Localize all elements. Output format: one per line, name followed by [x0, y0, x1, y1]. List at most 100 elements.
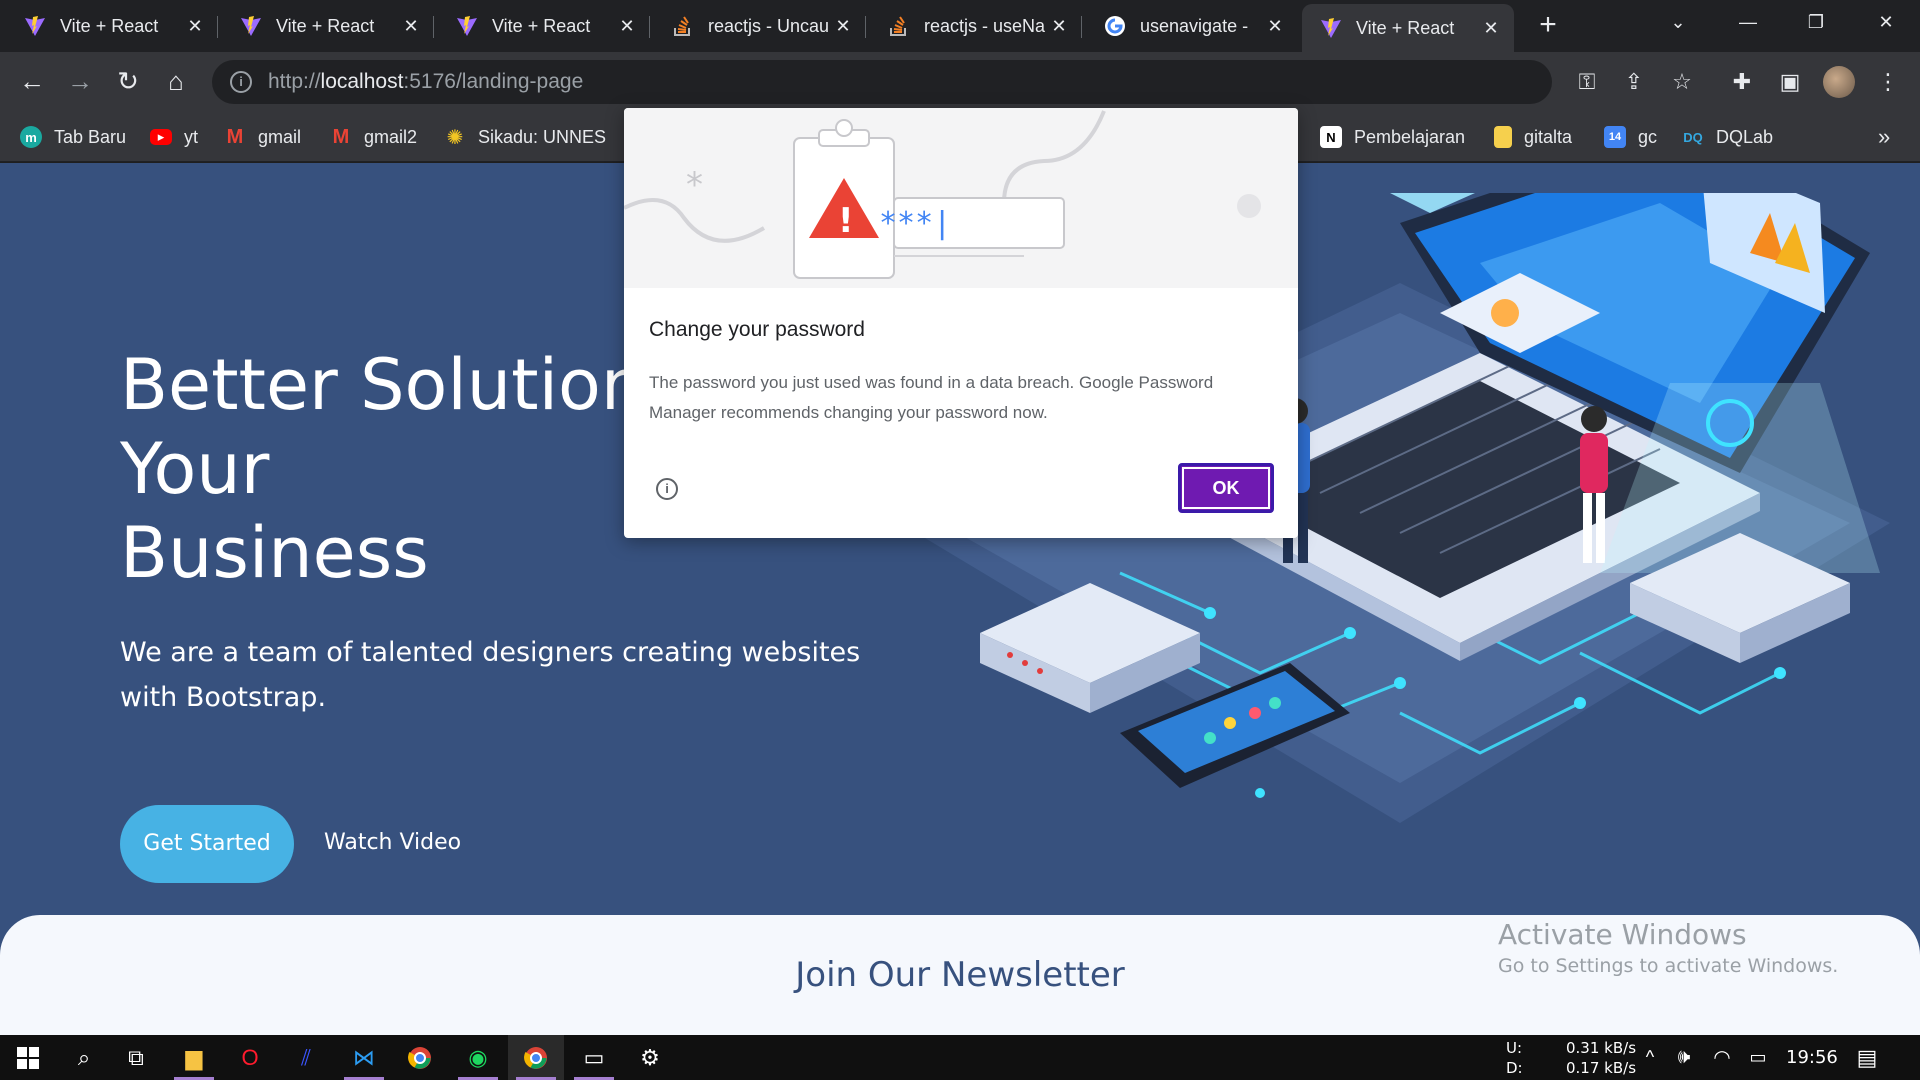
google-icon: [1104, 15, 1126, 37]
profile-avatar[interactable]: [1823, 66, 1855, 98]
svg-text:!: !: [838, 201, 854, 241]
tab-separator: [865, 16, 866, 38]
net-upload-label: U:: [1506, 1039, 1523, 1057]
bookmark-label: DQLab: [1716, 126, 1774, 147]
tab-title: Vite + React: [60, 15, 159, 36]
dialog-message: The password you just used was found in …: [649, 373, 1214, 422]
windows-start-icon[interactable]: [0, 1035, 56, 1080]
reload-icon[interactable]: ↻: [110, 64, 146, 100]
task-view-icon[interactable]: ⧉: [108, 1035, 164, 1080]
vite-icon: [1320, 17, 1342, 39]
close-tab-icon[interactable]: ✕: [1048, 16, 1070, 37]
new-tab-button[interactable]: +: [1530, 8, 1566, 44]
tab-title: Vite + React: [492, 15, 591, 36]
bookmark-label: gitalta: [1524, 126, 1573, 147]
app-icon[interactable]: ⫽: [278, 1035, 334, 1080]
bookmark-star-icon[interactable]: ☆: [1666, 66, 1698, 98]
masked-password-text: ***|: [879, 206, 951, 241]
chrome-icon[interactable]: [508, 1035, 564, 1080]
close-tab-icon[interactable]: ✕: [400, 16, 422, 37]
bookmark-label: gmail2: [364, 126, 418, 147]
tab-title: Vite + React: [1356, 17, 1455, 38]
tab-title: reactjs - useNa: [924, 15, 1046, 36]
stackoverflow-icon: [888, 15, 910, 37]
url-host: localhost: [320, 70, 404, 93]
dqlab-icon: DQ: [1683, 129, 1703, 145]
bookmark-item[interactable]: 14 gc: [1604, 124, 1657, 150]
side-panel-icon[interactable]: ▣: [1774, 66, 1806, 98]
close-tab-icon[interactable]: ✕: [1264, 16, 1286, 37]
browser-tab[interactable]: Vite + React ✕: [6, 6, 218, 46]
bookmark-label: gc: [1638, 126, 1658, 147]
address-bar[interactable]: i http://localhost:5176/landing-page: [212, 60, 1552, 104]
browser-tab[interactable]: reactjs - useNa ✕: [870, 6, 1082, 46]
extensions-icon[interactable]: ✚: [1726, 66, 1758, 98]
net-download-label: D:: [1506, 1059, 1523, 1077]
chrome-icon[interactable]: [392, 1035, 448, 1080]
site-info-icon[interactable]: i: [230, 71, 252, 93]
bookmark-label: Sikadu: UNNES: [478, 126, 607, 147]
password-key-icon[interactable]: ⚿: [1571, 66, 1603, 98]
close-tab-icon[interactable]: ✕: [184, 16, 206, 37]
tab-separator: [217, 16, 218, 38]
opera-icon[interactable]: O: [222, 1035, 278, 1080]
restore-icon[interactable]: ❐: [1782, 0, 1850, 44]
vite-icon: [24, 15, 46, 37]
clock[interactable]: 19:56: [1786, 1047, 1838, 1068]
tab-title: reactjs - Uncau: [708, 15, 830, 36]
gmail-icon: M: [332, 125, 350, 148]
bookmark-item[interactable]: DQ DQLab: [1682, 124, 1773, 150]
tab-search-icon[interactable]: ⌄: [1644, 0, 1712, 44]
bookmark-item[interactable]: N Pembelajaran: [1320, 124, 1465, 150]
settings-gear-icon[interactable]: ⚙: [622, 1035, 678, 1080]
password-breach-illustration: * ***| !: [624, 108, 1298, 288]
close-tab-icon[interactable]: ✕: [832, 16, 854, 37]
browser-tab[interactable]: Vite + React ✕: [222, 6, 434, 46]
browser-toolbar: ← → ↻ ⌂ i http://localhost:5176/landing-…: [0, 52, 1920, 112]
close-window-icon[interactable]: ✕: [1852, 0, 1920, 44]
bookmark-item[interactable]: M gmail: [224, 124, 301, 150]
url-scheme: http://: [268, 70, 321, 93]
browser-tab[interactable]: reactjs - Uncau ✕: [654, 6, 866, 46]
bookmark-item[interactable]: gitalta: [1494, 124, 1572, 150]
menu-icon[interactable]: ⋮: [1872, 66, 1904, 98]
browser-tab[interactable]: Vite + React ✕: [438, 6, 650, 46]
tab-separator: [433, 16, 434, 38]
tab-separator: [649, 16, 650, 38]
close-tab-icon[interactable]: ✕: [616, 16, 638, 37]
battery-icon[interactable]: ▭: [1736, 1035, 1780, 1080]
vite-icon: [456, 15, 478, 37]
windows-taskbar: ⌕ ⧉ ▆ O ⫽ ⋈ ◉ ▭ ⚙ U: D: 0.31 kB/s 0.17 k…: [0, 1035, 1920, 1080]
vscode-icon[interactable]: ⋈: [336, 1035, 392, 1080]
minimize-icon[interactable]: —: [1714, 0, 1782, 44]
home-icon[interactable]: ⌂: [158, 64, 194, 100]
browser-tab[interactable]: usenavigate - ✕: [1086, 6, 1298, 46]
browser-tab-active[interactable]: Vite + React ✕: [1302, 4, 1514, 52]
close-tab-icon[interactable]: ✕: [1480, 18, 1502, 39]
share-icon[interactable]: ⇪: [1618, 66, 1650, 98]
forward-icon[interactable]: →: [62, 64, 98, 100]
bookmarks-overflow-button[interactable]: »: [1878, 124, 1890, 150]
bookmark-item[interactable]: M gmail2: [330, 124, 417, 150]
terminal-icon[interactable]: ▭: [566, 1035, 622, 1080]
info-icon[interactable]: i: [656, 478, 678, 500]
get-started-button[interactable]: Get Started: [120, 805, 294, 883]
watermark-subtitle: Go to Settings to activate Windows.: [1498, 955, 1839, 977]
bookmark-item[interactable]: ✺ Sikadu: UNNES: [444, 124, 606, 150]
spotify-icon[interactable]: ◉: [450, 1035, 506, 1080]
mtab-icon: m: [20, 126, 42, 148]
ok-button[interactable]: OK: [1178, 463, 1274, 513]
bookmark-label: Pembelajaran: [1354, 126, 1466, 147]
search-icon[interactable]: ⌕: [56, 1035, 112, 1080]
tab-separator: [1081, 16, 1082, 38]
bookmark-item[interactable]: m Tab Baru: [20, 124, 126, 150]
file-explorer-icon[interactable]: ▆: [166, 1035, 222, 1080]
tab-title: Vite + React: [276, 15, 375, 36]
svg-text:*: *: [686, 165, 703, 205]
bookmark-item[interactable]: ▸ yt: [150, 124, 198, 150]
dialog-title: Change your password: [649, 318, 865, 341]
notion-icon: N: [1320, 126, 1342, 148]
back-icon[interactable]: ←: [14, 64, 50, 100]
watch-video-link[interactable]: Watch Video: [324, 830, 461, 855]
notification-icon[interactable]: ▤: [1842, 1035, 1892, 1080]
